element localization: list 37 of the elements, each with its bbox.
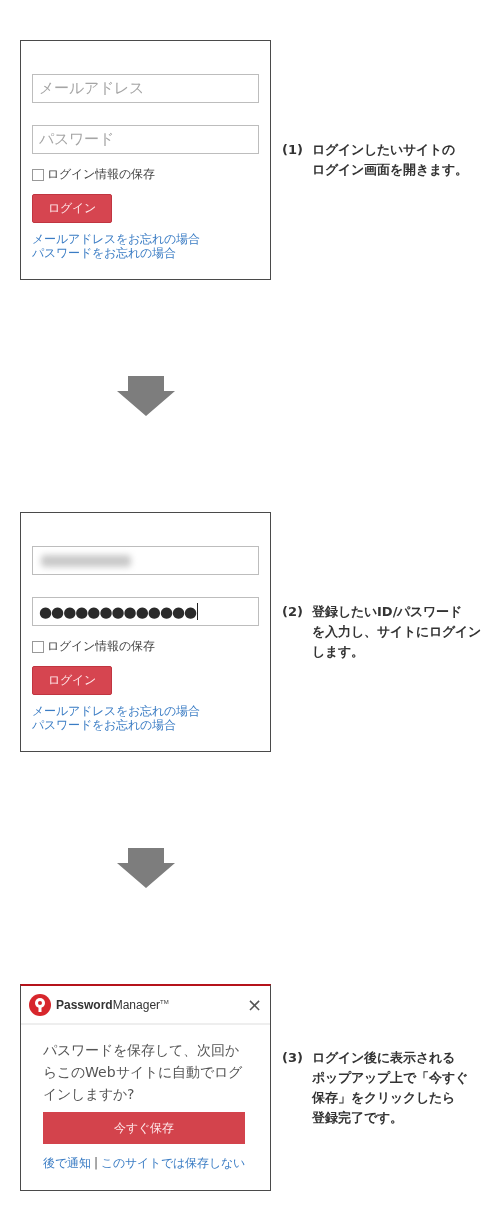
close-button[interactable]: × bbox=[246, 995, 262, 1014]
link[interactable]: パスワードをお忘れの場合 bbox=[32, 718, 259, 732]
save-now-button[interactable]: 今すぐ保存 bbox=[43, 1112, 245, 1144]
checkbox-label: ログイン情報の保存 bbox=[47, 638, 155, 655]
link[interactable]: 後で通知 bbox=[42, 1156, 91, 1170]
checkbox-label: ログイン情報の保存 bbox=[47, 166, 155, 183]
message-text: パスワードを保存して、次回からこのWebサイトに自動でログインしますか? bbox=[43, 1041, 243, 1104]
checkbox[interactable] bbox=[32, 640, 44, 653]
text-cursor bbox=[197, 603, 199, 620]
step-caption: を入力し、サイトにログイン bbox=[312, 623, 481, 641]
separator: | bbox=[93, 1156, 98, 1170]
step-caption: ポップアップ上で「今すぐ bbox=[312, 1068, 468, 1087]
link[interactable]: メールアドレスをお忘れの場合 bbox=[32, 704, 259, 718]
link[interactable]: メールアドレスをお忘れの場合 bbox=[32, 232, 259, 246]
email-field[interactable]: メールアドレス bbox=[32, 74, 259, 103]
step-number: (1) bbox=[282, 141, 304, 159]
logo-icon bbox=[29, 993, 51, 1016]
step-number: (3) bbox=[282, 1048, 304, 1067]
login-button[interactable]: ログイン bbox=[32, 666, 112, 695]
password-field[interactable]: パスワード bbox=[32, 125, 259, 154]
step-caption: 登録完了です。 bbox=[312, 1108, 404, 1127]
login-button[interactable]: ログイン bbox=[32, 194, 112, 223]
step-caption: ログインしたいサイトの bbox=[312, 141, 456, 159]
down-arrow-icon bbox=[117, 376, 175, 416]
link[interactable]: このサイトでは保存しない bbox=[101, 1156, 245, 1170]
link[interactable]: パスワードをお忘れの場合 bbox=[32, 246, 259, 260]
step-caption: します。 bbox=[312, 643, 365, 661]
down-arrow-icon bbox=[117, 848, 175, 888]
step-caption: ログイン画面を開きます。 bbox=[312, 161, 468, 179]
step-caption: 登録したいID/パスワード bbox=[312, 603, 464, 621]
checkbox[interactable] bbox=[32, 168, 44, 181]
password-field[interactable]: ●●●●●●●●●●●●● bbox=[32, 597, 259, 626]
step-caption: ログイン後に表示される bbox=[312, 1048, 456, 1067]
step-number: (2) bbox=[282, 603, 304, 621]
brand-name: PasswordManager$^{TM}$ bbox=[56, 997, 169, 1012]
step-caption: 保存」をクリックしたら bbox=[312, 1088, 456, 1107]
email-field[interactable] bbox=[32, 546, 259, 575]
